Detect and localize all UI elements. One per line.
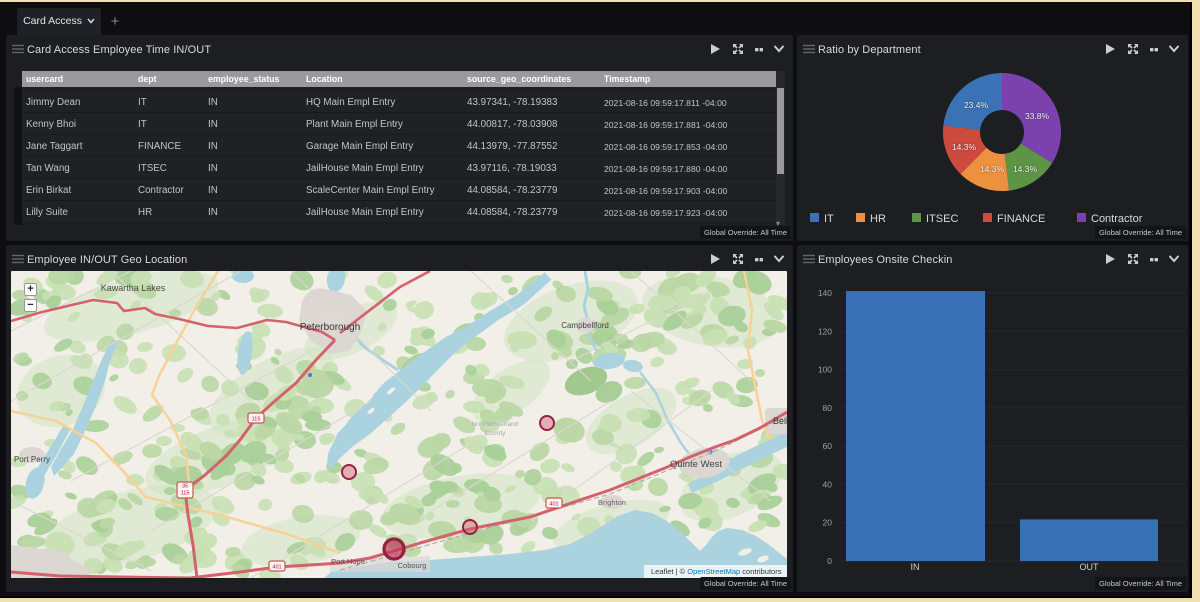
svg-text:Northumberland: Northumberland bbox=[472, 421, 519, 428]
svg-text:IN: IN bbox=[911, 562, 920, 572]
svg-text:140: 140 bbox=[818, 288, 832, 298]
svg-text:401: 401 bbox=[549, 502, 558, 508]
svg-text:Quinte West: Quinte West bbox=[670, 459, 722, 470]
svg-text:Peterborough: Peterborough bbox=[300, 322, 361, 333]
svg-text:40: 40 bbox=[823, 479, 833, 489]
svg-text:Belle: Belle bbox=[773, 416, 787, 426]
svg-text:Port Hope: Port Hope bbox=[331, 557, 365, 566]
svg-text:120: 120 bbox=[818, 326, 832, 336]
svg-text:Campbellford: Campbellford bbox=[561, 321, 609, 330]
svg-text:0: 0 bbox=[827, 556, 832, 566]
svg-text:100: 100 bbox=[818, 365, 832, 375]
svg-text:115: 115 bbox=[252, 417, 261, 423]
svg-text:OUT: OUT bbox=[1080, 562, 1100, 572]
svg-text:80: 80 bbox=[823, 403, 833, 413]
svg-text:Cobourg: Cobourg bbox=[398, 561, 427, 570]
svg-text:Brighton: Brighton bbox=[598, 498, 626, 507]
svg-text:Kawartha Lakes: Kawartha Lakes bbox=[101, 283, 166, 293]
svg-text:Port Perry: Port Perry bbox=[14, 455, 50, 464]
svg-text:60: 60 bbox=[823, 441, 833, 451]
svg-text:County: County bbox=[485, 430, 506, 437]
svg-text:Leaflet | © OpenStreetMap cont: Leaflet | © OpenStreetMap contributors bbox=[651, 567, 782, 576]
svg-text:20: 20 bbox=[823, 518, 833, 528]
svg-text:115: 115 bbox=[181, 491, 190, 497]
svg-text:✈: ✈ bbox=[707, 447, 715, 457]
svg-text:401: 401 bbox=[272, 565, 281, 571]
svg-text:35: 35 bbox=[182, 484, 188, 490]
